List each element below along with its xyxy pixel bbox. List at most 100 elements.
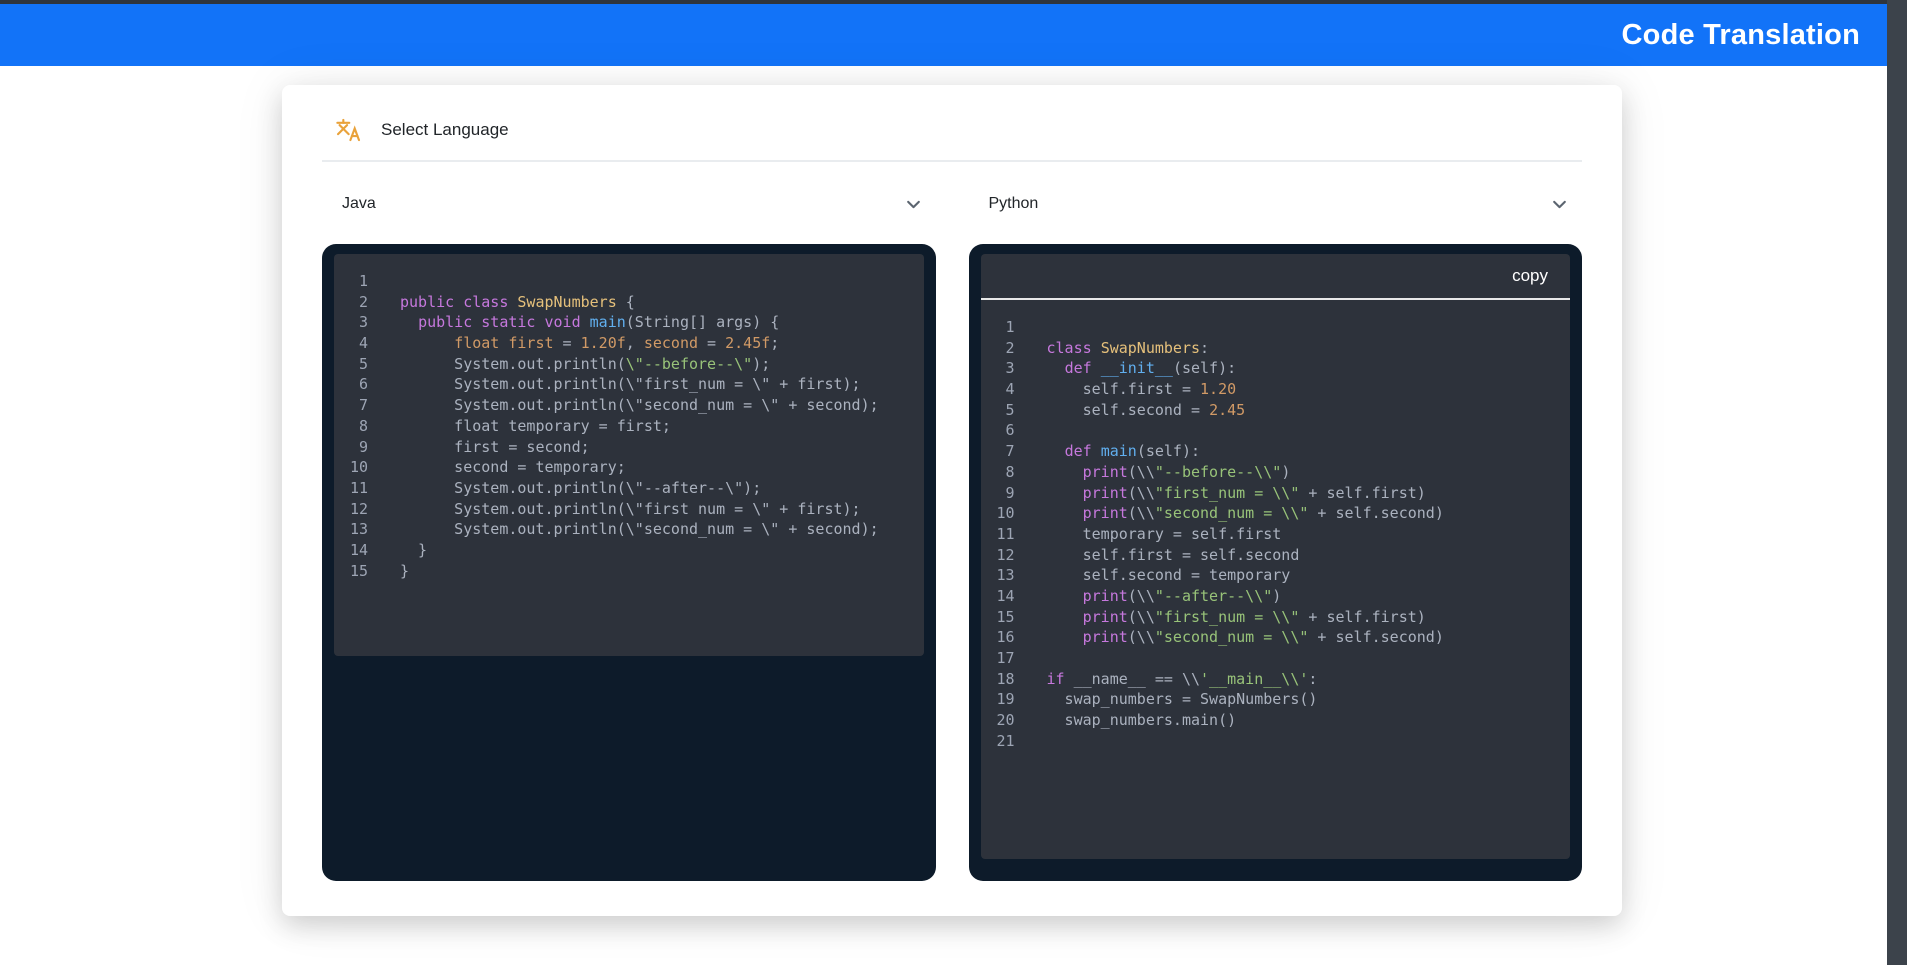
code-token: + self.second)	[1308, 628, 1443, 646]
code-token: if	[1047, 670, 1065, 688]
code-token: ;	[770, 334, 779, 352]
code-token: System.out.println(\"second_num = \" + s…	[400, 396, 879, 414]
code-token: (self):	[1137, 442, 1200, 460]
code-line: 4 self.first = 1.20	[995, 379, 1561, 400]
line-number: 1	[995, 317, 1015, 338]
target-language-select[interactable]: Python	[969, 185, 1583, 223]
line-number: 4	[348, 333, 368, 354]
code-token: System.out.println(\"first_num = \" + fi…	[400, 375, 861, 393]
code-token	[1092, 339, 1101, 357]
source-language-select[interactable]: Java	[322, 185, 936, 223]
code-token: (\\	[1128, 628, 1155, 646]
code-token: "second_num = \\"	[1155, 628, 1309, 646]
app-header: Code Translation	[0, 4, 1887, 66]
code-line: 14 }	[348, 540, 914, 561]
code-token: (String[] args) {	[626, 313, 780, 331]
code-line: 11 System.out.println(\"--after--\");	[348, 478, 914, 499]
language-section-header: Select Language	[334, 113, 1582, 147]
code-token: main	[590, 313, 626, 331]
code-line: 9 print(\\"first_num = \\" + self.first)	[995, 483, 1561, 504]
code-token: \"--before--\"	[626, 355, 752, 373]
code-token: System.out.println(\"second_num = \" + s…	[400, 520, 879, 538]
code-token: =	[554, 334, 581, 352]
code-token: self.second = temporary	[1047, 566, 1291, 584]
line-number: 20	[995, 710, 1015, 731]
code-token: print	[1083, 587, 1128, 605]
select-language-label: Select Language	[381, 120, 509, 140]
code-token: swap_numbers.main()	[1047, 711, 1237, 729]
chevron-down-icon	[905, 196, 922, 213]
code-token: 2.45f	[725, 334, 770, 352]
line-number: 8	[995, 462, 1015, 483]
code-line: 16 print(\\"second_num = \\" + self.seco…	[995, 627, 1561, 648]
code-line: 2public class SwapNumbers {	[348, 292, 914, 313]
line-number: 12	[348, 499, 368, 520]
code-token: "second_num = \\"	[1155, 504, 1309, 522]
code-token: (\\	[1128, 608, 1155, 626]
code-line: 17	[995, 648, 1561, 669]
code-token: self.first =	[1047, 380, 1201, 398]
line-number: 13	[995, 565, 1015, 586]
code-token: );	[752, 355, 770, 373]
code-token	[1047, 442, 1065, 460]
line-number: 1	[348, 271, 368, 292]
code-token: + self.first)	[1299, 608, 1425, 626]
copy-button[interactable]: copy	[1512, 266, 1548, 286]
code-token: 1.20f	[581, 334, 626, 352]
code-line: 13 System.out.println(\"second_num = \" …	[348, 519, 914, 540]
code-token: "first_num = \\"	[1155, 484, 1300, 502]
code-token: }	[400, 562, 409, 580]
code-line: 2class SwapNumbers:	[995, 338, 1561, 359]
line-number: 11	[348, 478, 368, 499]
line-number: 3	[348, 312, 368, 333]
code-line: 1	[348, 271, 914, 292]
code-token: second = temporary;	[400, 458, 626, 476]
copy-toolbar: copy	[981, 254, 1571, 300]
code-token	[400, 334, 454, 352]
code-line: 10 second = temporary;	[348, 457, 914, 478]
code-token	[1047, 587, 1083, 605]
translated-code-editor: copy 12class SwapNumbers:3 def __init__(…	[969, 244, 1583, 881]
code-line: 6	[995, 420, 1561, 441]
line-number: 3	[995, 358, 1015, 379]
code-token	[1047, 628, 1083, 646]
code-token: :	[1308, 670, 1317, 688]
line-number: 7	[995, 441, 1015, 462]
line-number: 21	[995, 731, 1015, 752]
translation-card: Select Language Java Python 12public cla…	[282, 85, 1622, 916]
line-number: 17	[995, 648, 1015, 669]
line-number: 8	[348, 416, 368, 437]
translated-code-area[interactable]: copy 12class SwapNumbers:3 def __init__(…	[981, 254, 1571, 859]
code-token: print	[1083, 608, 1128, 626]
code-line: 12 System.out.println(\"first num = \" +…	[348, 499, 914, 520]
code-token	[1047, 359, 1065, 377]
code-token: def	[1065, 359, 1092, 377]
code-token: float first	[454, 334, 553, 352]
line-number: 9	[348, 437, 368, 458]
code-token: print	[1083, 628, 1128, 646]
code-line: 15}	[348, 561, 914, 582]
code-token: System.out.println(	[400, 355, 626, 373]
code-line: 7 System.out.println(\"second_num = \" +…	[348, 395, 914, 416]
code-line: 4 float first = 1.20f, second = 2.45f;	[348, 333, 914, 354]
code-line: 9 first = second;	[348, 437, 914, 458]
line-number: 14	[348, 540, 368, 561]
line-number: 6	[995, 420, 1015, 441]
line-number: 16	[995, 627, 1015, 648]
code-token: print	[1083, 504, 1128, 522]
code-token: (self):	[1173, 359, 1236, 377]
code-line: 11 temporary = self.first	[995, 524, 1561, 545]
code-token: main	[1101, 442, 1137, 460]
code-token: class	[1047, 339, 1092, 357]
source-code-area[interactable]: 12public class SwapNumbers {3 public sta…	[334, 254, 924, 656]
code-token: public class	[400, 293, 508, 311]
code-line: 8 print(\\"--before--\\")	[995, 462, 1561, 483]
code-token: def	[1065, 442, 1092, 460]
code-token: self.second =	[1047, 401, 1210, 419]
code-token: "--after--\\"	[1155, 587, 1272, 605]
code-token: (\\	[1128, 484, 1155, 502]
window-frame-right	[1887, 0, 1907, 965]
line-number: 10	[995, 503, 1015, 524]
code-token: "--before--\\"	[1155, 463, 1281, 481]
translated-code: 12class SwapNumbers:3 def __init__(self)…	[981, 300, 1571, 751]
